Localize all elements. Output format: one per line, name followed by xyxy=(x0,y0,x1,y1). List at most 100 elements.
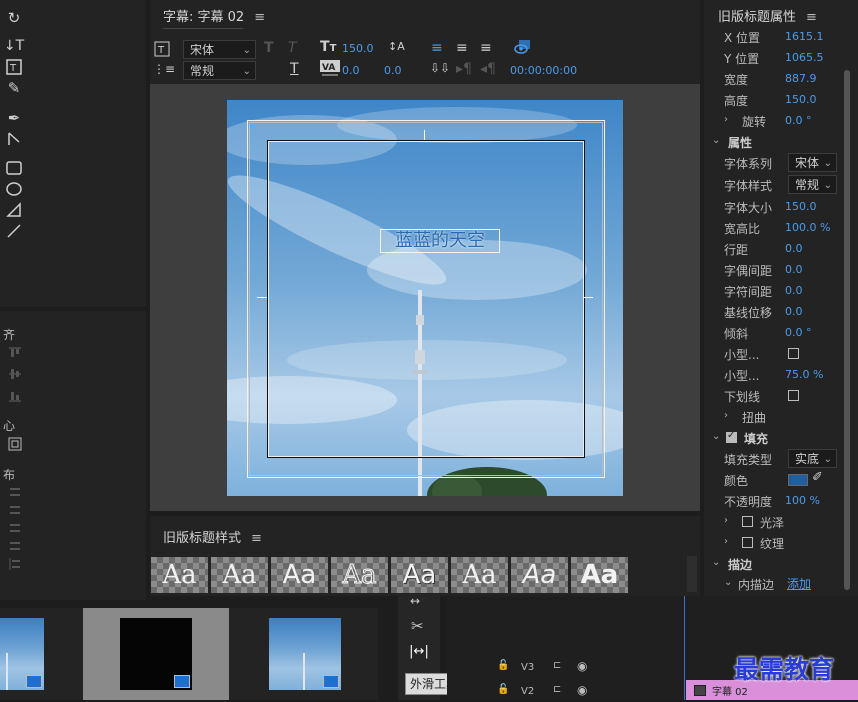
prop-value[interactable]: 0.0 ° xyxy=(785,114,812,127)
font-style-dropdown[interactable]: 常规 ⌄ xyxy=(788,175,837,194)
prop-value[interactable]: 887.9 xyxy=(785,72,817,85)
bin-thumbnail-2[interactable] xyxy=(120,618,192,690)
underline-checkbox[interactable] xyxy=(788,390,799,401)
tab-stops-icon[interactable]: ⋮≡ xyxy=(153,62,175,76)
prop-value[interactable]: 0.0 xyxy=(785,263,803,276)
section-fill[interactable]: ⌄ 填充 xyxy=(708,428,854,448)
eye-icon[interactable]: ◉ xyxy=(577,683,587,697)
chevron-down-icon[interactable]: ⌄ xyxy=(712,431,720,442)
style-swatch-4[interactable]: Aa xyxy=(331,557,388,593)
style-swatch-5[interactable]: Aa xyxy=(391,557,448,593)
distribute-3-icon[interactable] xyxy=(8,522,22,536)
tab-ruler-icon[interactable]: ⇩⇩ xyxy=(430,61,450,75)
prop-texture[interactable]: › 纹理 xyxy=(708,533,854,553)
style-swatch-2[interactable]: Aa xyxy=(211,557,268,593)
kerning-value[interactable]: 0.0 xyxy=(342,64,360,77)
style-swatch-6[interactable]: Aa xyxy=(451,557,508,593)
fill-color-swatch[interactable] xyxy=(788,474,808,486)
style-swatch-8[interactable]: Aa xyxy=(571,557,628,593)
smallcaps-checkbox[interactable] xyxy=(788,348,799,359)
prop-value[interactable]: 1615.1 xyxy=(785,30,824,43)
chevron-down-icon[interactable]: ⌄ xyxy=(712,557,720,568)
wedge-tool-icon[interactable] xyxy=(4,201,24,219)
path-type-tool-icon[interactable]: ✎ xyxy=(4,79,24,97)
bin-thumbnail-1[interactable] xyxy=(0,618,44,690)
chevron-right-icon[interactable]: › xyxy=(724,515,728,526)
slip-tool-icon[interactable]: |↔| xyxy=(405,640,433,664)
align-right-icon[interactable]: ≡ xyxy=(480,40,492,56)
prop-value[interactable]: 0.0 ° xyxy=(785,326,812,339)
underline-icon[interactable]: T xyxy=(290,61,299,77)
ellipse-tool-icon[interactable] xyxy=(4,180,24,198)
chevron-down-icon[interactable]: ⌄ xyxy=(724,577,732,588)
line-tool-icon[interactable] xyxy=(4,222,24,240)
style-swatch-3[interactable]: Aa xyxy=(271,557,328,593)
chevron-down-icon[interactable]: ⌄ xyxy=(712,135,720,146)
section-attributes[interactable]: ⌄ 属性 xyxy=(708,132,854,152)
align-center-icon[interactable]: ≡ xyxy=(456,40,468,56)
eye-icon[interactable]: ◉ xyxy=(577,659,587,673)
show-background-icon[interactable] xyxy=(514,39,532,59)
prop-sheen[interactable]: › 光泽 xyxy=(708,512,854,532)
align-top-icon[interactable] xyxy=(8,347,22,361)
prop-value[interactable]: 75.0 % xyxy=(785,368,823,381)
center-horizontal-icon[interactable] xyxy=(8,437,22,451)
panel-menu-icon[interactable]: ≡ xyxy=(254,10,265,25)
prop-value[interactable]: 100 % xyxy=(785,494,820,507)
leading-value[interactable]: 0.0 xyxy=(384,64,402,77)
eyedropper-icon[interactable]: ✐ xyxy=(812,470,823,485)
font-size-value[interactable]: 150.0 xyxy=(342,42,374,55)
prop-value[interactable]: 0.0 xyxy=(785,242,803,255)
section-stroke[interactable]: ⌄ 描边 xyxy=(708,554,854,574)
styles-scrollbar[interactable] xyxy=(687,556,697,592)
distribute-2-icon[interactable] xyxy=(8,504,22,518)
font-style-select[interactable]: 常规 ⌄ xyxy=(183,61,256,80)
italic-icon[interactable]: T xyxy=(288,40,297,56)
timecode-value[interactable]: 00:00:00:00 xyxy=(510,64,577,77)
roll-crawl-icon[interactable]: ▸¶ xyxy=(456,61,472,77)
chevron-right-icon[interactable]: › xyxy=(724,410,728,421)
convert-anchor-tool-icon[interactable] xyxy=(4,130,24,148)
prop-value[interactable]: 0.0 xyxy=(785,305,803,318)
texture-checkbox[interactable] xyxy=(742,537,753,548)
chevron-right-icon[interactable]: › xyxy=(724,536,728,547)
prop-rotation[interactable]: › 旋转 0.0 ° xyxy=(708,111,854,131)
title-properties-toggle-icon[interactable]: T xyxy=(154,41,170,61)
razor-tool-icon[interactable]: ✂ xyxy=(411,617,424,635)
bold-icon[interactable]: T xyxy=(264,40,274,56)
prop-distort[interactable]: › 扭曲 xyxy=(708,407,854,427)
font-family-dropdown[interactable]: 宋体 ⌄ xyxy=(788,153,837,172)
font-family-select[interactable]: 宋体 ⌄ xyxy=(183,40,256,59)
templates-icon[interactable]: ◂¶ xyxy=(480,61,496,77)
fill-type-dropdown[interactable]: 实底 ⌄ xyxy=(788,449,837,468)
add-inner-stroke-link[interactable]: 添加 xyxy=(787,575,811,592)
prop-value[interactable]: 100.0 % xyxy=(785,221,830,234)
sync-lock-icon[interactable]: ⊏ xyxy=(553,684,561,695)
ripple-tool-icon[interactable]: ↔ xyxy=(410,594,420,608)
vertical-type-tool-icon[interactable]: ↓T xyxy=(4,37,24,55)
prop-value[interactable]: 150.0 xyxy=(785,93,817,106)
align-middle-icon[interactable] xyxy=(8,367,22,381)
prop-value[interactable]: 150.0 xyxy=(785,200,817,213)
sync-lock-icon[interactable]: ⊏ xyxy=(553,660,561,671)
sheen-checkbox[interactable] xyxy=(742,516,753,527)
lock-icon[interactable]: 🔓 xyxy=(497,660,509,671)
distribute-4-icon[interactable] xyxy=(8,540,22,554)
bin-thumbnail-3[interactable] xyxy=(269,618,341,690)
distribute-5-icon[interactable] xyxy=(8,557,22,571)
distribute-1-icon[interactable] xyxy=(8,486,22,500)
fill-checkbox[interactable] xyxy=(726,430,737,443)
rectangle-tool-icon[interactable] xyxy=(4,159,24,177)
style-swatch-7[interactable]: Aa xyxy=(511,557,568,593)
prop-value[interactable]: 0.0 xyxy=(785,284,803,297)
title-text-box[interactable]: 蓝蓝的天空 xyxy=(380,229,500,253)
prop-value[interactable]: 1065.5 xyxy=(785,51,824,64)
video-frame[interactable]: 蓝蓝的天空 xyxy=(227,100,623,496)
rotate-tool-icon[interactable]: ↻ xyxy=(4,9,24,27)
area-type-tool-icon[interactable]: T xyxy=(4,58,24,76)
align-left-icon[interactable]: ≡ xyxy=(431,40,443,56)
chevron-right-icon[interactable]: › xyxy=(724,114,728,125)
panel-menu-icon[interactable]: ≡ xyxy=(806,10,817,25)
pen-tool-icon[interactable]: ✒ xyxy=(4,109,24,127)
align-bottom-icon[interactable] xyxy=(8,388,22,402)
